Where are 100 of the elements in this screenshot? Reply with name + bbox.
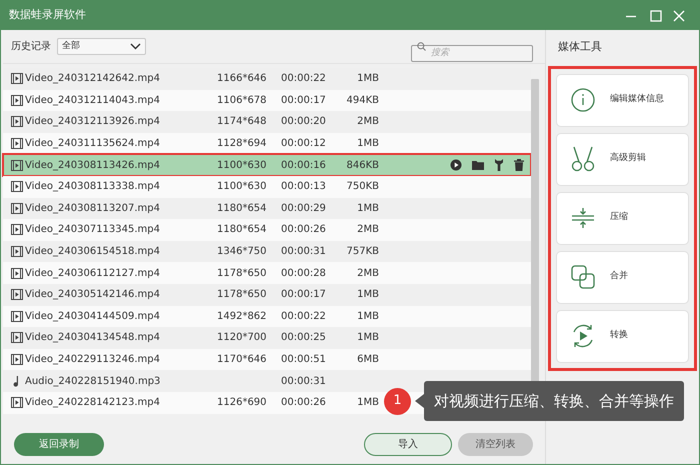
resolution-text: 1106*678 xyxy=(217,94,268,108)
media-tool-card[interactable]: 高级剪辑 xyxy=(556,132,689,186)
folder-icon[interactable] xyxy=(472,160,484,170)
size-text: 2MB xyxy=(356,223,379,238)
resolution-text: 1180*654 xyxy=(217,223,268,238)
back-to-recording-button[interactable]: 返回录制 xyxy=(14,432,104,456)
resolution-text: 1170*646 xyxy=(217,353,268,368)
size-text: 1MB xyxy=(356,396,379,410)
resolution-text: 1178*650 xyxy=(217,266,268,281)
search-icon xyxy=(417,42,426,51)
window-title: 数据蛙录屏软件 xyxy=(9,7,86,24)
resolution-text: 1166*646 xyxy=(217,72,268,86)
resolution-text: 1120*700 xyxy=(217,331,268,346)
film-icon xyxy=(11,202,23,214)
size-text: 1MB xyxy=(356,310,379,324)
file-name: Video_240312114043.mp4 xyxy=(24,94,161,108)
film-icon xyxy=(11,160,23,171)
film-icon xyxy=(11,354,23,366)
chevron-down-icon xyxy=(130,43,141,50)
film-icon xyxy=(11,224,23,236)
duration-text: 00:00:16 xyxy=(281,158,327,173)
duration-text: 00:00:17 xyxy=(281,94,327,108)
file-row[interactable]: Video_240307113345.mp4 1180*654 00:00:26 2MB xyxy=(3,219,531,241)
file-row[interactable]: Video_240311135624.mp4 1128*694 00:00:12 1MB xyxy=(3,132,531,154)
search-field[interactable]: 搜索 xyxy=(411,44,533,62)
film-icon xyxy=(11,73,23,84)
file-row[interactable]: Video_240229113246.mp4 1170*646 00:00:51 6MB xyxy=(3,348,531,370)
file-name: Video_240304144509.mp4 xyxy=(24,310,161,324)
duration-text: 00:00:17 xyxy=(281,288,327,302)
duration-text: 00:00:26 xyxy=(281,223,327,238)
file-name: Video_240229113246.mp4 xyxy=(24,353,161,368)
duration-text: 00:00:26 xyxy=(281,396,327,410)
size-text: 1MB xyxy=(356,331,379,346)
clear-list-button[interactable]: 清空列表 xyxy=(458,432,533,456)
duration-text: 00:00:13 xyxy=(281,180,327,194)
film-icon xyxy=(11,138,23,150)
file-name: Video_240312113926.mp4 xyxy=(24,115,161,130)
file-name: Video_240308113338.mp4 xyxy=(24,180,161,194)
file-row[interactable]: Video_240312114043.mp4 1106*678 00:00:17 494KB xyxy=(3,90,531,112)
duration-text: 00:00:29 xyxy=(281,202,327,216)
overlapping-squares-icon xyxy=(571,265,595,289)
film-icon xyxy=(11,116,23,128)
file-name: Video_240308113426.mp4 xyxy=(24,158,161,173)
file-name: Video_240228142123.mp4 xyxy=(24,396,161,410)
media-tool-card[interactable]: 合并 xyxy=(556,250,689,304)
resolution-text: 1128*694 xyxy=(217,137,268,152)
film-icon xyxy=(11,332,23,344)
duration-text: 00:00:22 xyxy=(281,72,327,86)
duration-text: 00:00:28 xyxy=(281,266,327,281)
duration-text: 00:00:31 xyxy=(281,245,327,260)
film-icon xyxy=(11,268,23,279)
media-tool-card[interactable]: 编辑媒体信息 xyxy=(556,74,689,126)
duration-text: 00:00:12 xyxy=(281,137,327,152)
resolution-text: 1126*690 xyxy=(217,396,268,410)
size-text: 750KB xyxy=(345,180,379,194)
duration-text: 00:00:25 xyxy=(281,331,327,346)
file-row[interactable]: Video_240308113338.mp4 1100*630 00:00:13 750KB xyxy=(3,176,531,198)
duration-text: 00:00:20 xyxy=(281,115,327,130)
resolution-text: 1100*630 xyxy=(217,180,268,194)
file-row[interactable]: Video_240308113426.mp4 1100*630 00:00:16 846KB xyxy=(3,154,531,176)
file-name: Video_240305142146.mp4 xyxy=(24,288,161,302)
resolution-text: 1178*650 xyxy=(217,288,268,302)
file-name: Video_240312142642.mp4 xyxy=(24,72,161,86)
size-text: 1MB xyxy=(356,202,379,216)
wrench-icon[interactable] xyxy=(494,159,504,172)
size-text: 494KB xyxy=(345,94,379,108)
maximize-icon[interactable] xyxy=(650,10,662,22)
info-icon xyxy=(571,88,595,112)
file-name: Video_240308113207.mp4 xyxy=(24,202,161,216)
file-name: Audio_240228151940.mp3 xyxy=(24,374,162,389)
size-text: 2MB xyxy=(356,266,379,281)
size-text: 1MB xyxy=(356,72,379,86)
media-tool-card[interactable]: 压缩 xyxy=(556,192,689,244)
duration-text: 00:00:22 xyxy=(281,310,327,324)
film-icon xyxy=(11,289,23,300)
resolution-text: 1100*630 xyxy=(217,158,268,173)
film-icon xyxy=(11,246,23,258)
scissors-icon xyxy=(571,146,595,172)
import-button[interactable]: 导入 xyxy=(364,432,452,456)
filter-dropdown[interactable]: 全部 xyxy=(57,38,146,55)
size-text: 6MB xyxy=(356,353,379,368)
film-icon xyxy=(11,94,23,106)
film-icon xyxy=(11,397,23,408)
film-icon xyxy=(11,181,23,192)
size-text: 2MB xyxy=(356,115,379,130)
file-name: Video_240306112127.mp4 xyxy=(24,266,161,281)
media-tool-card[interactable]: 转换 xyxy=(556,310,689,362)
callout-tooltip: 对视频进行压缩、转换、合并等操作 xyxy=(424,381,684,421)
close-icon[interactable] xyxy=(673,10,685,22)
size-text: 757KB xyxy=(345,245,379,260)
resolution-text: 1180*654 xyxy=(217,202,268,216)
play-icon[interactable] xyxy=(450,159,462,172)
media-tools-title: 媒体工具 xyxy=(557,39,603,55)
trash-icon[interactable] xyxy=(514,159,524,172)
resolution-text: 1346*750 xyxy=(217,245,268,260)
file-name: Video_240304134548.mp4 xyxy=(24,331,161,346)
file-row[interactable]: Video_240306112127.mp4 1178*650 00:00:28 2MB xyxy=(3,262,531,284)
file-name: Video_240306154518.mp4 xyxy=(24,245,161,260)
callout-pointer-icon xyxy=(415,394,424,408)
file-row[interactable]: Video_240304144509.mp4 1492*862 00:00:22 1MB xyxy=(3,306,531,328)
